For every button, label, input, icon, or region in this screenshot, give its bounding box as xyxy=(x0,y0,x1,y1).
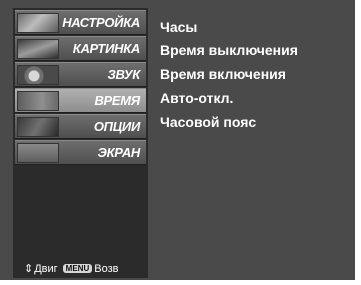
picture-icon xyxy=(17,39,59,59)
menu-key-icon: MENU xyxy=(62,264,93,273)
menu-item-label: ОПЦИИ xyxy=(93,119,140,134)
submenu-item-auto-sleep[interactable]: Авто-откл. xyxy=(160,90,233,106)
menu-item-setup[interactable]: НАСТРОЙКА xyxy=(15,10,146,35)
menu-item-option[interactable]: ОПЦИИ xyxy=(15,114,146,139)
time-icon xyxy=(17,91,59,111)
updown-arrows-icon: ⇕ xyxy=(24,263,34,275)
menu-item-label: КАРТИНКА xyxy=(72,41,141,56)
menu-item-label: ЗВУК xyxy=(107,67,140,82)
hint-back-label: Возв xyxy=(94,263,119,275)
main-menu: НАСТРОЙКА КАРТИНКА ЗВУК ВРЕМЯ ОПЦИИ ЭКРА… xyxy=(13,8,148,278)
menu-item-label: НАСТРОЙКА xyxy=(62,15,140,30)
time-submenu: Часы Время выключения Время включения Ав… xyxy=(150,8,340,208)
menu-item-sound[interactable]: ЗВУК xyxy=(15,62,146,87)
menu-item-screen[interactable]: ЭКРАН xyxy=(15,140,146,165)
screen-icon xyxy=(17,143,59,163)
menu-item-time[interactable]: ВРЕМЯ xyxy=(15,88,146,113)
setup-icon xyxy=(17,13,59,33)
navigation-hint: ⇕Двиг MENU Возв xyxy=(24,262,118,275)
hint-move-label: Двиг xyxy=(34,263,58,275)
tv-osd-screen: НАСТРОЙКА КАРТИНКА ЗВУК ВРЕМЯ ОПЦИИ ЭКРА… xyxy=(0,0,355,280)
sound-icon xyxy=(17,65,59,85)
menu-item-label: ЭКРАН xyxy=(97,145,141,160)
submenu-item-clock[interactable]: Часы xyxy=(160,19,197,35)
menu-item-label: ВРЕМЯ xyxy=(94,93,140,108)
submenu-item-on-time[interactable]: Время включения xyxy=(160,66,286,82)
option-icon xyxy=(17,117,59,137)
submenu-item-off-time[interactable]: Время выключения xyxy=(160,42,298,58)
menu-item-picture[interactable]: КАРТИНКА xyxy=(15,36,146,61)
submenu-item-time-zone[interactable]: Часовой пояс xyxy=(160,114,256,130)
